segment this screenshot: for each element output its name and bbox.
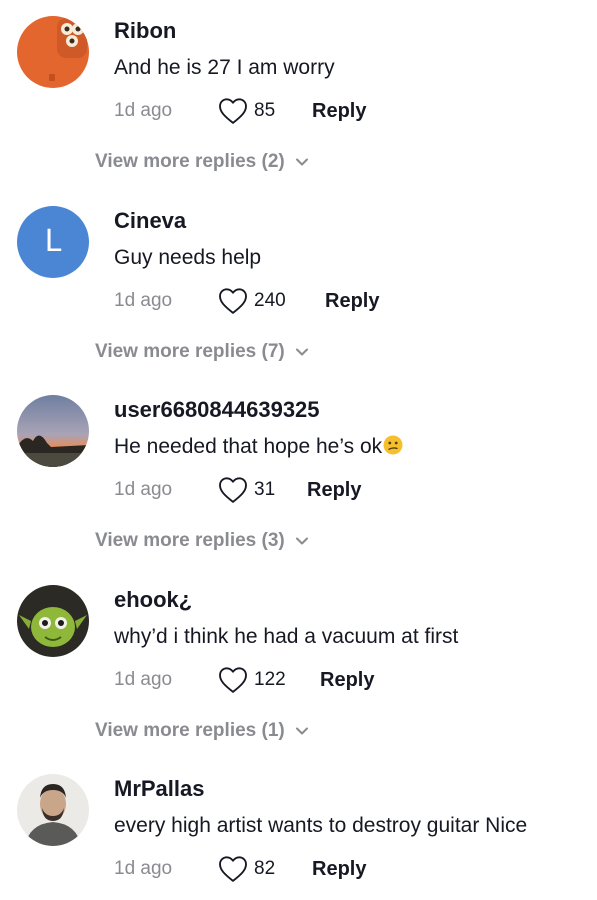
reply-button[interactable]: Reply xyxy=(325,290,379,313)
comment-meta: 1d ago 31 Reply xyxy=(114,475,594,509)
comment-meta: 1d ago 85 Reply xyxy=(114,96,594,130)
chevron-down-icon xyxy=(295,158,308,166)
comment-text-content: He needed that hope he’s ok xyxy=(114,435,383,458)
heart-outline-icon[interactable] xyxy=(218,476,248,504)
comment-text: And he is 27 I am worry xyxy=(114,56,335,79)
view-more-replies-label: View more replies (7) xyxy=(95,341,285,362)
heart-outline-icon[interactable] xyxy=(218,97,248,125)
reply-button[interactable]: Reply xyxy=(307,479,361,502)
reply-button[interactable]: Reply xyxy=(312,858,366,881)
comment-username[interactable]: Ribon xyxy=(114,18,176,44)
like-count: 240 xyxy=(254,290,286,311)
chevron-down-icon xyxy=(295,727,308,735)
like-count: 82 xyxy=(254,858,276,879)
view-more-replies-button[interactable]: View more replies (7) xyxy=(95,341,309,363)
reply-button[interactable]: Reply xyxy=(320,669,374,692)
view-more-replies-label: View more replies (2) xyxy=(95,151,285,172)
comment-text: why’d i think he had a vacuum at first xyxy=(114,625,459,648)
comment-timestamp: 1d ago xyxy=(114,479,173,500)
avatar[interactable] xyxy=(17,585,89,657)
like-count: 122 xyxy=(254,669,286,690)
reply-button[interactable]: Reply xyxy=(312,100,366,123)
avatar-letter: L xyxy=(44,224,62,259)
green-alien-avatar-image xyxy=(17,585,89,657)
comment-username[interactable]: Cineva xyxy=(114,208,186,234)
comment-text: He needed that hope he’s ok xyxy=(114,435,403,459)
comment-username[interactable]: user6680844639325 xyxy=(114,397,320,423)
comment-text: every high artist wants to destroy guita… xyxy=(114,814,528,837)
like-button[interactable]: 82 xyxy=(218,854,275,884)
view-more-replies-button[interactable]: View more replies (1) xyxy=(95,720,309,742)
like-count: 31 xyxy=(254,479,276,500)
chevron-down-icon xyxy=(295,348,308,356)
comment-text: Guy needs help xyxy=(114,246,262,269)
like-button[interactable]: 240 xyxy=(218,286,286,316)
avatar[interactable] xyxy=(17,395,89,467)
comment-meta: 1d ago 240 Reply xyxy=(114,286,594,320)
like-button[interactable]: 31 xyxy=(218,475,275,505)
heart-outline-icon[interactable] xyxy=(218,855,248,883)
like-count: 85 xyxy=(254,100,276,121)
heart-outline-icon[interactable] xyxy=(218,287,248,315)
heart-outline-icon[interactable] xyxy=(218,666,248,694)
phone-case-avatar-image xyxy=(17,16,89,88)
avatar[interactable]: L xyxy=(17,206,89,278)
comment-timestamp: 1d ago xyxy=(114,858,173,879)
like-button[interactable]: 122 xyxy=(218,665,286,695)
comment-meta: 1d ago 82 Reply xyxy=(114,854,594,888)
view-more-replies-button[interactable]: View more replies (2) xyxy=(95,151,309,173)
avatar[interactable] xyxy=(17,16,89,88)
chevron-down-icon xyxy=(295,537,308,545)
comment-username[interactable]: ehook¿ xyxy=(114,587,192,613)
comment-username[interactable]: MrPallas xyxy=(114,776,205,802)
comment-timestamp: 1d ago xyxy=(114,290,173,311)
like-button[interactable]: 85 xyxy=(218,96,275,126)
view-more-replies-label: View more replies (1) xyxy=(95,720,285,741)
man-portrait-avatar-image xyxy=(17,774,89,846)
comment-timestamp: 1d ago xyxy=(114,100,173,121)
view-more-replies-label: View more replies (3) xyxy=(95,530,285,551)
confused-face-emoji xyxy=(383,435,403,455)
view-more-replies-button[interactable]: View more replies (3) xyxy=(95,530,309,552)
avatar[interactable] xyxy=(17,774,89,846)
sunset-avatar-image xyxy=(17,395,89,467)
comment-meta: 1d ago 122 Reply xyxy=(114,665,594,699)
comment-timestamp: 1d ago xyxy=(114,669,173,690)
